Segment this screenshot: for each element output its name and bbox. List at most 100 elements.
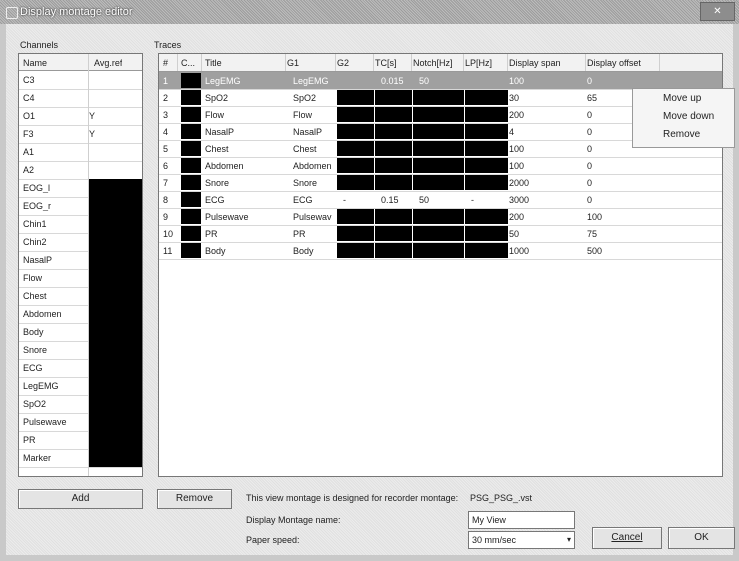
trace-color-swatch[interactable] (181, 175, 201, 190)
trace-n: 8 (163, 195, 169, 205)
trace-col-header[interactable]: C... (181, 58, 195, 68)
channel-row[interactable]: LegEMG (19, 377, 142, 396)
remove-button[interactable]: Remove (157, 489, 232, 509)
param-cell-disabled (337, 124, 374, 139)
trace-row[interactable]: 10 PR PR 50 75 (159, 225, 722, 243)
col-header-name[interactable]: Name (23, 58, 47, 68)
column-divider (507, 54, 508, 71)
trace-row[interactable]: 7 Snore Snore 2000 0 (159, 174, 722, 192)
context-menu: Move up Move down Remove (632, 88, 735, 148)
trace-col-header[interactable]: Notch[Hz] (413, 58, 453, 68)
trace-col-header[interactable]: # (163, 58, 168, 68)
channel-name: F3 (23, 129, 34, 139)
channel-row[interactable]: C4 (19, 89, 142, 108)
channel-name: SpO2 (23, 399, 47, 409)
trace-color-swatch[interactable] (181, 107, 201, 122)
trace-tc: 0.15 (381, 195, 399, 205)
avg-ref-value[interactable]: Y (89, 111, 134, 121)
channels-table[interactable]: Name Avg.ref C3 C4 O1 Y F3 Y A1 A2 EOG_l EOG_r Chi… (18, 53, 143, 477)
trace-col-header[interactable]: G1 (287, 58, 299, 68)
trace-offset: 0 (587, 76, 593, 86)
channel-row[interactable]: NasalP (19, 251, 142, 270)
trace-col-header[interactable]: LP[Hz] (465, 58, 492, 68)
channel-row[interactable]: A2 (19, 161, 142, 180)
menu-item-move-up[interactable]: Move up (663, 93, 701, 104)
channel-row[interactable]: Chest (19, 287, 142, 306)
trace-row[interactable]: 11 Body Body 1000 500 (159, 242, 722, 260)
avg-ref-cell-disabled (89, 413, 142, 431)
channel-row[interactable]: C3 (19, 71, 142, 90)
menu-item-remove[interactable]: Remove (663, 129, 700, 140)
trace-g1: LegEMG (293, 76, 329, 86)
trace-color-swatch[interactable] (181, 90, 201, 105)
trace-color-swatch[interactable] (181, 124, 201, 139)
trace-title: LegEMG (205, 76, 241, 86)
trace-color-swatch[interactable] (181, 73, 201, 88)
montage-name-input[interactable]: My View (468, 511, 575, 529)
trace-color-swatch[interactable] (181, 192, 201, 207)
chevron-down-icon[interactable]: ▾ (567, 532, 571, 548)
trace-g1: ECG (293, 195, 313, 205)
trace-row[interactable]: 8 ECG ECG - 0.15 50 - 3000 0 (159, 191, 722, 209)
trace-offset: 65 (587, 93, 598, 103)
trace-title: Body (205, 246, 226, 256)
trace-span: 30 (509, 93, 520, 103)
trace-col-header[interactable]: Title (205, 58, 222, 68)
channel-row[interactable]: Body (19, 323, 142, 342)
trace-row[interactable]: 6 Abdomen Abdomen 100 0 (159, 157, 722, 175)
trace-title: PR (205, 229, 218, 239)
trace-offset: 0 (587, 127, 593, 137)
column-divider (373, 54, 374, 71)
trace-col-header[interactable]: Display offset (587, 58, 641, 68)
trace-g1: PR (293, 229, 306, 239)
channel-row[interactable]: PR (19, 431, 142, 450)
avg-ref-value[interactable]: Y (89, 129, 134, 139)
window-title: Display montage editor (20, 6, 133, 18)
channel-row[interactable]: F3 Y (19, 125, 142, 144)
channel-row[interactable]: Pulsewave (19, 413, 142, 432)
trace-col-header[interactable]: TC[s] (375, 58, 397, 68)
channel-row[interactable]: SpO2 (19, 395, 142, 414)
trace-span: 1000 (509, 246, 530, 256)
col-header-avg-ref[interactable]: Avg.ref (94, 58, 122, 68)
param-cell-disabled (413, 175, 464, 190)
channel-name: NasalP (23, 255, 53, 265)
channel-row[interactable]: ECG (19, 359, 142, 378)
ok-button[interactable]: OK (668, 527, 735, 549)
channel-row[interactable]: Abdomen (19, 305, 142, 324)
trace-color-swatch[interactable] (181, 226, 201, 241)
menu-item-move-down[interactable]: Move down (663, 111, 714, 122)
channel-name: Body (23, 327, 44, 337)
cancel-button[interactable]: Cancel (592, 527, 662, 549)
channel-row[interactable]: Marker (19, 449, 142, 468)
trace-color-swatch[interactable] (181, 243, 201, 258)
avg-ref-cell-disabled (89, 323, 142, 341)
channel-row[interactable]: EOG_l (19, 179, 142, 198)
channel-name: PR (23, 435, 36, 445)
channel-row[interactable]: Chin1 (19, 215, 142, 234)
channel-row[interactable]: O1 Y (19, 107, 142, 126)
channel-row[interactable]: Snore (19, 341, 142, 360)
trace-col-header[interactable]: G2 (337, 58, 349, 68)
param-cell-disabled (337, 107, 374, 122)
trace-col-header[interactable]: Display span (509, 58, 561, 68)
trace-color-swatch[interactable] (181, 209, 201, 224)
trace-n: 10 (163, 229, 174, 239)
channel-row[interactable]: Flow (19, 269, 142, 288)
trace-color-swatch[interactable] (181, 158, 201, 173)
add-button[interactable]: Add (18, 489, 143, 509)
trace-row[interactable]: 9 Pulsewave Pulsewav 200 100 (159, 208, 722, 226)
trace-color-swatch[interactable] (181, 141, 201, 156)
trace-notch: 50 (419, 195, 430, 205)
avg-ref-cell-disabled (89, 359, 142, 377)
paper-speed-select[interactable]: 30 mm/sec ▾ (468, 531, 575, 549)
param-cell-disabled (465, 209, 508, 224)
title-bar[interactable]: Display montage editor ✕ (0, 0, 739, 24)
channel-name: Marker (23, 453, 52, 463)
channel-row[interactable]: EOG_r (19, 197, 142, 216)
param-cell-disabled (413, 141, 464, 156)
close-icon[interactable]: ✕ (700, 2, 735, 21)
trace-offset: 0 (587, 195, 593, 205)
channel-row[interactable]: Chin2 (19, 233, 142, 252)
channel-row[interactable]: A1 (19, 143, 142, 162)
